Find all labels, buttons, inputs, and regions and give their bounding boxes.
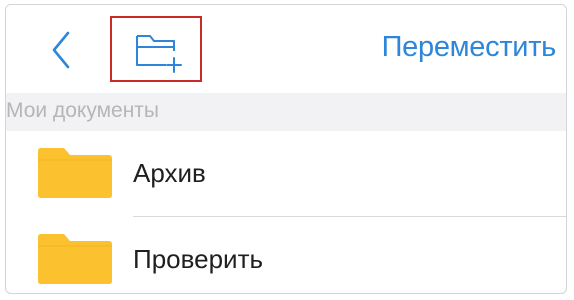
- folder-item-check[interactable]: Проверить: [6, 217, 566, 293]
- move-dialog: Переместить Мои документы Архив Проверит…: [5, 4, 567, 294]
- folder-plus-icon: [136, 35, 182, 73]
- folder-list: Архив Проверить: [6, 131, 566, 293]
- folder-icon: [38, 148, 112, 198]
- folder-item-label: Архив: [133, 158, 206, 188]
- section-header: Мои документы: [6, 93, 566, 131]
- toolbar: Переместить: [6, 5, 566, 93]
- move-button[interactable]: Переместить: [382, 31, 557, 64]
- back-button[interactable]: [44, 27, 80, 73]
- folder-item-label: Проверить: [133, 244, 264, 274]
- new-folder-button[interactable]: [110, 16, 202, 82]
- folder-icon: [38, 234, 112, 284]
- folder-item-archive[interactable]: Архив: [6, 131, 566, 217]
- section-title: Мои документы: [6, 99, 160, 122]
- chevron-left-icon: [52, 31, 70, 69]
